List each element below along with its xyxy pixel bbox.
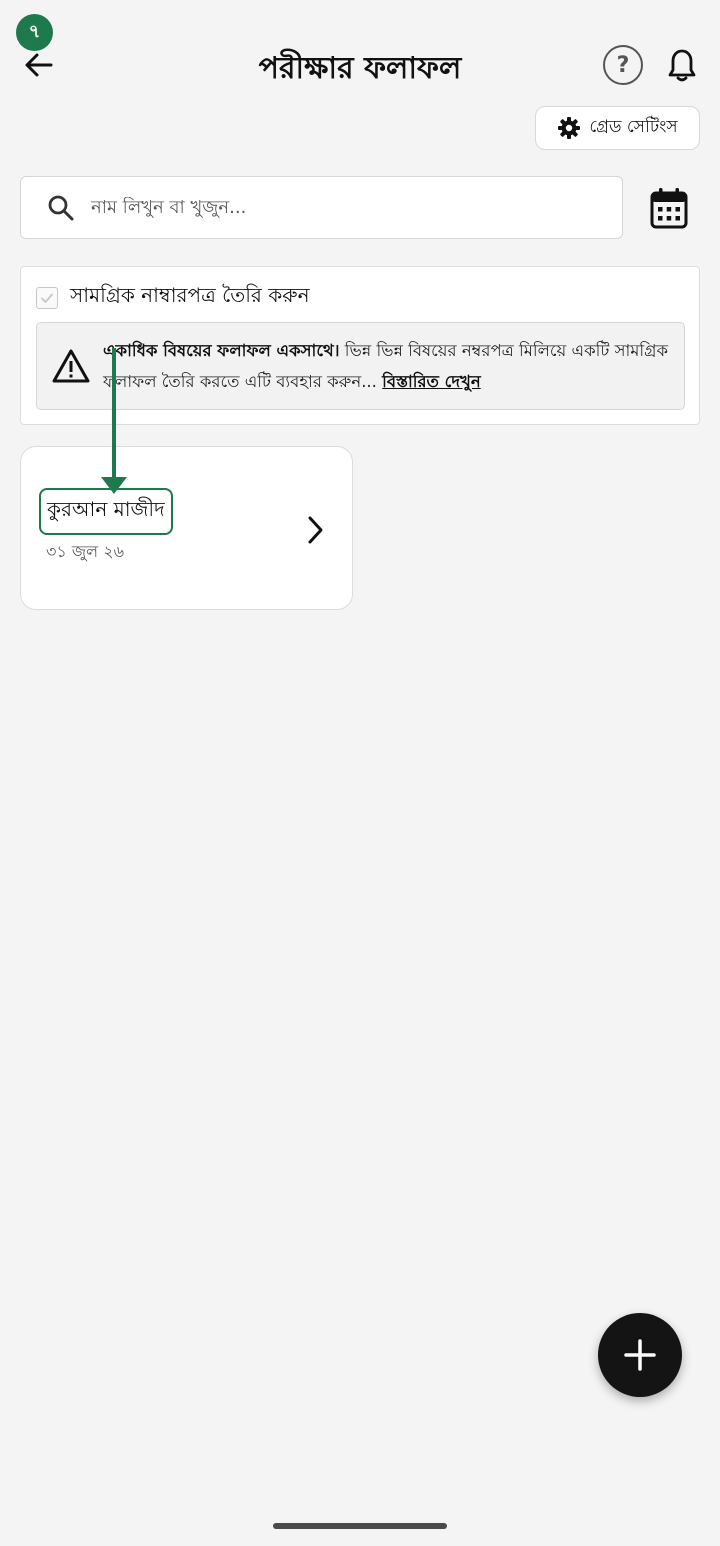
info-bold-text: একাধিক বিষয়ের ফলাফল একসাথে। (103, 341, 340, 360)
home-indicator[interactable] (273, 1523, 447, 1529)
check-icon (41, 293, 53, 303)
add-button[interactable] (598, 1313, 682, 1397)
exam-date: ৩১ জুল ২৬ (46, 542, 125, 561)
search-bar[interactable] (20, 176, 623, 239)
combined-checkbox-label: সামগ্রিক নাম্বারপত্র তৈরি করুন (70, 283, 310, 307)
arrow-left-icon (25, 53, 53, 77)
step-badge: ৭ (16, 14, 53, 51)
bell-icon (668, 49, 696, 82)
question-circle-icon: ? (616, 52, 630, 78)
exam-card[interactable]: কুরআন মাজীদ ৩১ জুল ২৬ (20, 446, 353, 610)
details-link[interactable]: বিস্তারিত দেখুন (382, 372, 481, 391)
search-icon (48, 195, 74, 220)
search-input[interactable] (91, 197, 571, 218)
warning-triangle-icon (52, 349, 90, 383)
calendar-button[interactable] (645, 184, 693, 232)
combined-checkbox[interactable] (36, 286, 58, 309)
grade-settings-label: গ্রেড সেটিংস (589, 117, 678, 137)
combined-result-card: সামগ্রিক নাম্বারপত্র তৈরি করুন একাধিক বি… (20, 266, 700, 425)
plus-icon (624, 1339, 656, 1371)
info-text: একাধিক বিষয়ের ফলাফল একসাথে। ভিন্ন ভিন্ন… (103, 335, 673, 397)
grade-settings-button[interactable]: গ্রেড সেটিংস (535, 106, 700, 150)
info-notice: একাধিক বিষয়ের ফলাফল একসাথে। ভিন্ন ভিন্ন… (36, 322, 685, 410)
combined-checkbox-row[interactable]: সামগ্রিক নাম্বারপত্র তৈরি করুন (36, 281, 310, 314)
calendar-icon (650, 188, 688, 229)
help-button[interactable]: ? (603, 45, 643, 85)
exam-title: কুরআন মাজীদ (39, 488, 173, 535)
gear-icon (558, 117, 581, 139)
chevron-right-icon (308, 516, 323, 544)
notifications-button[interactable] (661, 44, 703, 86)
